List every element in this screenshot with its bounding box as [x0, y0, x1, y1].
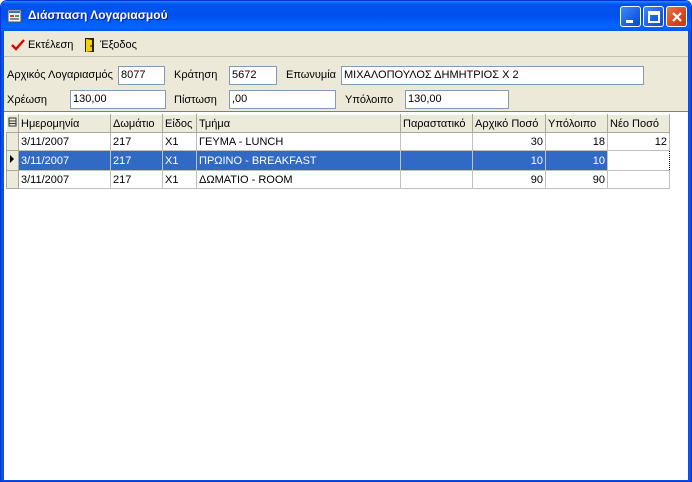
maximize-icon [648, 11, 660, 23]
cell-balance[interactable]: 10 [545, 150, 608, 171]
window-title: Διάσπαση Λογαριασμού [28, 8, 168, 22]
credit-field[interactable]: ,00 [229, 90, 336, 109]
name-label: Επωνυμία [286, 69, 337, 81]
header-row: Ημερομηνία Δωμάτιο Είδος Τμήμα Παραστατι… [6, 114, 670, 133]
cell-original-amount[interactable]: 90 [472, 170, 546, 189]
cell-original-amount[interactable]: 10 [472, 150, 546, 171]
credit-label: Πίστωση [174, 94, 217, 106]
account-form: Αρχικός Λογαριασμός 8077 Κράτηση 5672 Επ… [4, 58, 688, 111]
cell-room[interactable]: 217 [110, 150, 163, 171]
minimize-button[interactable] [620, 6, 641, 27]
close-button[interactable] [666, 6, 687, 27]
cell-document[interactable] [400, 170, 473, 189]
account-field[interactable]: 8077 [118, 66, 165, 85]
exit-label: Έξοδος [100, 39, 137, 51]
checkmark-icon [11, 39, 25, 51]
cell-type[interactable]: X1 [162, 150, 197, 171]
cell-room[interactable]: 217 [110, 132, 163, 151]
cell-department[interactable]: ΠΡΩΙΝΟ - BREAKFAST [196, 150, 401, 171]
row-indicator-header[interactable] [6, 114, 19, 133]
table-row[interactable]: 3/11/2007 217 X1 ΔΩΜΑΤΙΟ - ROOM 90 90 [6, 170, 670, 189]
table-row-selected[interactable]: 3/11/2007 217 X1 ΠΡΩΙΝΟ - BREAKFAST 10 1… [6, 150, 670, 171]
cell-department[interactable]: ΓΕΥΜΑ - LUNCH [196, 132, 401, 151]
balance-label: Υπόλοιπο [345, 94, 394, 106]
split-table: Ημερομηνία Δωμάτιο Είδος Τμήμα Παραστατι… [6, 114, 670, 189]
cell-document[interactable] [400, 150, 473, 171]
balance-field[interactable]: 130,00 [405, 90, 509, 109]
close-icon [672, 12, 682, 22]
column-header-document[interactable]: Παραστατικό [400, 114, 473, 133]
column-header-type[interactable]: Είδος [162, 114, 197, 133]
cell-date[interactable]: 3/11/2007 [18, 150, 111, 171]
current-row-arrow-icon [10, 155, 14, 163]
name-field[interactable]: ΜΙΧΑΛΟΠΟΥΛΟΣ ΔΗΜΗΤΡΙΟΣ Χ 2 [341, 66, 644, 85]
debit-field[interactable]: 130,00 [70, 90, 166, 109]
reservation-field[interactable]: 5672 [229, 66, 277, 85]
execute-label: Εκτέλεση [28, 39, 74, 51]
row-indicator[interactable] [6, 132, 19, 151]
column-header-room[interactable]: Δωμάτιο [110, 114, 163, 133]
cell-department[interactable]: ΔΩΜΑΤΙΟ - ROOM [196, 170, 401, 189]
split-grid[interactable]: Ημερομηνία Δωμάτιο Είδος Τμήμα Παραστατι… [4, 111, 688, 480]
column-header-original-amount[interactable]: Αρχικό Ποσό [472, 114, 546, 133]
reservation-label: Κράτηση [174, 69, 218, 81]
cell-balance[interactable]: 90 [545, 170, 608, 189]
cell-new-amount[interactable]: 12 [607, 132, 670, 151]
grid-options-icon [8, 117, 17, 127]
cell-new-amount-editing[interactable] [607, 150, 670, 171]
column-header-balance[interactable]: Υπόλοιπο [545, 114, 608, 133]
app-icon [7, 8, 23, 24]
table-row[interactable]: 3/11/2007 217 X1 ΓΕΥΜΑ - LUNCH 30 18 12 [6, 132, 670, 151]
main-window: Διάσπαση Λογαριασμού Εκτέλεση Έξοδος Αρχ… [0, 0, 692, 482]
cell-document[interactable] [400, 132, 473, 151]
column-header-new-amount[interactable]: Νέο Ποσό [607, 114, 670, 133]
cell-room[interactable]: 217 [110, 170, 163, 189]
cell-new-amount[interactable] [607, 170, 670, 189]
title-bar[interactable]: Διάσπαση Λογαριασμού [1, 1, 691, 31]
minimize-icon [626, 20, 633, 23]
cell-balance[interactable]: 18 [545, 132, 608, 151]
column-header-date[interactable]: Ημερομηνία [18, 114, 111, 133]
debit-label: Χρέωση [7, 94, 47, 106]
cell-original-amount[interactable]: 30 [472, 132, 546, 151]
execute-button[interactable]: Εκτέλεση [11, 36, 73, 54]
row-indicator[interactable] [6, 150, 19, 171]
cell-type[interactable]: X1 [162, 132, 197, 151]
row-indicator[interactable] [6, 170, 19, 189]
column-header-department[interactable]: Τμήμα [196, 114, 401, 133]
account-label: Αρχικός Λογαριασμός [7, 69, 113, 81]
cell-type[interactable]: X1 [162, 170, 197, 189]
exit-button[interactable]: Έξοδος [83, 36, 137, 54]
cell-date[interactable]: 3/11/2007 [18, 132, 111, 151]
cell-date[interactable]: 3/11/2007 [18, 170, 111, 189]
maximize-button[interactable] [643, 6, 664, 27]
toolbar: Εκτέλεση Έξοδος [4, 31, 688, 57]
exit-door-icon [85, 38, 94, 52]
window-border-right [688, 31, 691, 481]
